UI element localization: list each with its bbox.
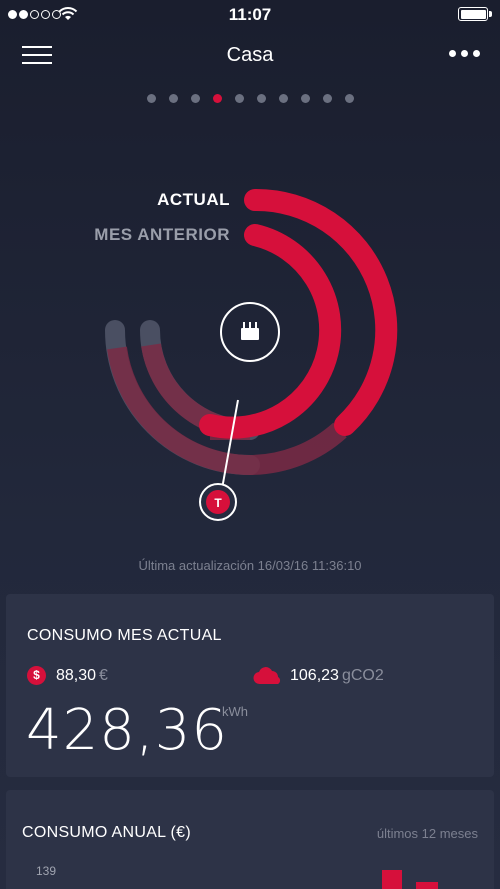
label-previous-month: MES ANTERIOR xyxy=(94,225,230,244)
cost-amount: 88,30 xyxy=(56,667,97,684)
annual-bar[interactable] xyxy=(382,870,402,889)
cost-icon: $ xyxy=(27,666,46,685)
page-indicator[interactable] xyxy=(0,94,500,103)
page-dot[interactable] xyxy=(256,94,266,103)
co2-amount: 106,23 xyxy=(290,667,339,684)
status-bar: 11:07 xyxy=(0,0,500,30)
cost-value: 88,30 € xyxy=(56,667,108,685)
annual-bar[interactable] xyxy=(416,882,438,889)
annual-range-selector[interactable]: últimos 12 meses xyxy=(377,826,478,841)
battery-icon xyxy=(458,7,492,21)
nav-bar: Casa xyxy=(0,36,500,80)
page-dot[interactable] xyxy=(344,94,354,103)
energy-unit: kWh xyxy=(222,704,248,719)
annual-title: CONSUMO ANUAL (€) xyxy=(22,824,191,841)
co2-unit: gCO2 xyxy=(341,667,384,684)
cloud-icon xyxy=(253,667,281,685)
page-dot[interactable] xyxy=(234,94,244,103)
tariff-marker-letter: T xyxy=(214,496,222,510)
page-dot[interactable] xyxy=(190,94,200,103)
more-options-button[interactable] xyxy=(449,50,480,57)
previous-month-arc xyxy=(199,224,342,439)
page-dot[interactable] xyxy=(168,94,178,103)
cost-unit: € xyxy=(99,667,108,684)
more-dots-icon xyxy=(449,50,456,57)
page-dot[interactable] xyxy=(212,94,222,103)
label-actual: ACTUAL xyxy=(157,190,230,209)
axis-max-label: 139 xyxy=(36,864,57,878)
page-dot[interactable] xyxy=(322,94,332,103)
consumption-gauge: T ACTUAL MES ANTERIOR xyxy=(0,180,500,530)
current-month-title: CONSUMO MES ACTUAL xyxy=(27,627,222,644)
gauge-rings: T xyxy=(105,188,398,521)
page-dot[interactable] xyxy=(146,94,156,103)
energy-value: 428,36 xyxy=(26,698,228,763)
page-title: Casa xyxy=(226,44,274,66)
page-dot[interactable] xyxy=(278,94,288,103)
status-time: 11:07 xyxy=(228,5,272,24)
annual-consumption-card[interactable]: CONSUMO ANUAL (€) últimos 12 meses 139 xyxy=(6,790,494,889)
co2-value: 106,23 gCO2 xyxy=(290,667,384,685)
current-month-card[interactable]: CONSUMO MES ACTUAL $ 88,30 € 106,23 gCO2 4… xyxy=(6,594,494,777)
router-icon xyxy=(241,322,259,340)
last-update-text: Última actualización 16/03/16 11:36:10 xyxy=(138,558,362,573)
page-dot[interactable] xyxy=(300,94,310,103)
